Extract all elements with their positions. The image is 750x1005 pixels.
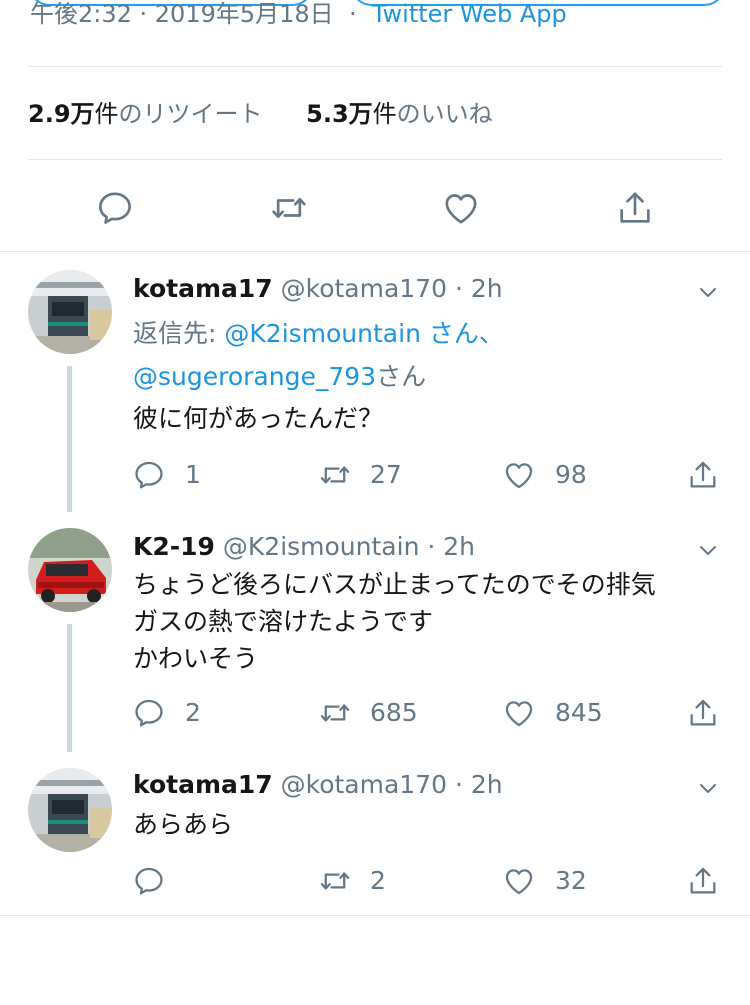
divider (0, 915, 750, 916)
display-name[interactable]: kotama17 (133, 770, 273, 799)
divider (28, 159, 722, 160)
share-icon[interactable] (686, 458, 720, 492)
separator-dot: · (454, 274, 463, 303)
like-icon[interactable] (441, 188, 481, 228)
likes-unit: 件 (372, 100, 397, 128)
retweet-count: 27 (370, 460, 402, 489)
timestamp[interactable]: 2h (471, 274, 503, 303)
likes-count: 5.3万 (306, 100, 373, 128)
separator-dot: · (454, 770, 463, 799)
likes-stat[interactable]: 5.3万件のいいね (306, 100, 493, 128)
reply-icon[interactable] (132, 696, 166, 730)
avatar[interactable] (28, 768, 112, 852)
retweets-stat[interactable]: 2.9万件のリツイート (28, 100, 263, 128)
share-icon[interactable] (686, 696, 720, 730)
chevron-down-icon[interactable] (696, 280, 720, 304)
retweet-count: 2 (370, 866, 386, 895)
reply-tweet[interactable]: kotama17 @kotama170 · 2h あらあら 2 32 (0, 752, 750, 915)
divider (28, 66, 722, 67)
tweet-header: kotama17 @kotama170 · 2h (133, 770, 503, 799)
like-count: 845 (555, 698, 603, 727)
reply-count: 2 (185, 698, 201, 727)
mention-link[interactable]: @sugerorange_793 (133, 362, 376, 391)
tweet-timestamp: 午後2:32 · 2019年5月18日 (30, 0, 334, 28)
avatar[interactable] (28, 270, 112, 354)
timestamp[interactable]: 2h (443, 532, 475, 561)
tweet-header: K2-19 @K2ismountain · 2h (133, 532, 475, 561)
username[interactable]: @kotama170 (281, 274, 447, 303)
like-icon[interactable] (502, 696, 536, 730)
reply-tweet[interactable]: K2-19 @K2ismountain · 2h ちょうど後ろにバスが止まってた… (0, 512, 750, 752)
like-icon[interactable] (502, 864, 536, 898)
replying-to: 返信先: @K2ismountain さん、 @sugerorange_793さ… (133, 312, 504, 398)
avatar[interactable] (28, 528, 112, 612)
tweet-source-app[interactable]: Twitter Web App (372, 0, 567, 28)
retweets-count: 2.9万 (28, 100, 95, 128)
retweets-label: のリツイート (118, 100, 263, 128)
retweet-icon[interactable] (269, 188, 309, 228)
replying-to-label: 返信先: (133, 319, 217, 348)
mention-suffix: さん (376, 362, 427, 391)
timestamp[interactable]: 2h (471, 770, 503, 799)
display-name[interactable]: kotama17 (133, 274, 273, 303)
chevron-down-icon[interactable] (696, 776, 720, 800)
share-icon[interactable] (686, 864, 720, 898)
like-count: 98 (555, 460, 587, 489)
tweet-header: kotama17 @kotama170 · 2h (133, 274, 503, 303)
reply-icon[interactable] (132, 458, 166, 492)
tweet-text: 彼に何があったんだ？ (133, 400, 383, 437)
reply-count: 1 (185, 460, 201, 489)
tweet-text-line: あらあら (133, 810, 234, 839)
mention-link[interactable]: @K2ismountain (224, 319, 421, 348)
like-icon[interactable] (502, 458, 536, 492)
tweet-meta: 午後2:32 · 2019年5月18日 · Twitter Web App (30, 0, 567, 28)
reply-action-bar: 2 32 (0, 862, 750, 902)
display-name[interactable]: K2-19 (133, 532, 215, 561)
reply-tweet[interactable]: kotama17 @kotama170 · 2h 返信先: @K2ismount… (0, 252, 750, 512)
tweet-stats: 2.9万件のリツイート 5.3万件のいいね (28, 94, 529, 129)
reply-action-bar: 1 27 98 (0, 456, 750, 496)
reply-icon[interactable] (95, 188, 135, 228)
reply-icon[interactable] (132, 864, 166, 898)
top-strip: 午後2:32 · 2019年5月18日 · Twitter Web App (0, 0, 750, 60)
tweet-action-bar (0, 180, 750, 236)
tweet-text-line: ちょうど後ろにバスが止まってたのでその排気 (133, 570, 656, 599)
retweet-count: 685 (370, 698, 418, 727)
username[interactable]: @K2ismountain (223, 532, 420, 561)
tweet-text-line: かわいそう (133, 644, 259, 673)
retweet-icon[interactable] (318, 864, 352, 898)
retweet-icon[interactable] (318, 458, 352, 492)
tweet-text-line: 彼に何があったんだ？ (133, 404, 384, 433)
tweet-text: あらあら (133, 806, 233, 843)
share-icon[interactable] (615, 188, 655, 228)
reply-action-bar: 2 685 845 (0, 694, 750, 734)
retweets-unit: 件 (94, 100, 119, 128)
username[interactable]: @kotama170 (281, 770, 447, 799)
chevron-down-icon[interactable] (696, 538, 720, 562)
like-count: 32 (555, 866, 587, 895)
retweet-icon[interactable] (318, 696, 352, 730)
tweet-text-line: ガスの熱で溶けたようです (133, 607, 434, 636)
likes-label: のいいね (396, 100, 493, 128)
mention-separator: さん、 (428, 319, 504, 348)
tweet-text: ちょうど後ろにバスが止まってたのでその排気 ガスの熱で溶けたようです かわいそう (133, 566, 656, 677)
separator-dot: · (427, 532, 436, 561)
